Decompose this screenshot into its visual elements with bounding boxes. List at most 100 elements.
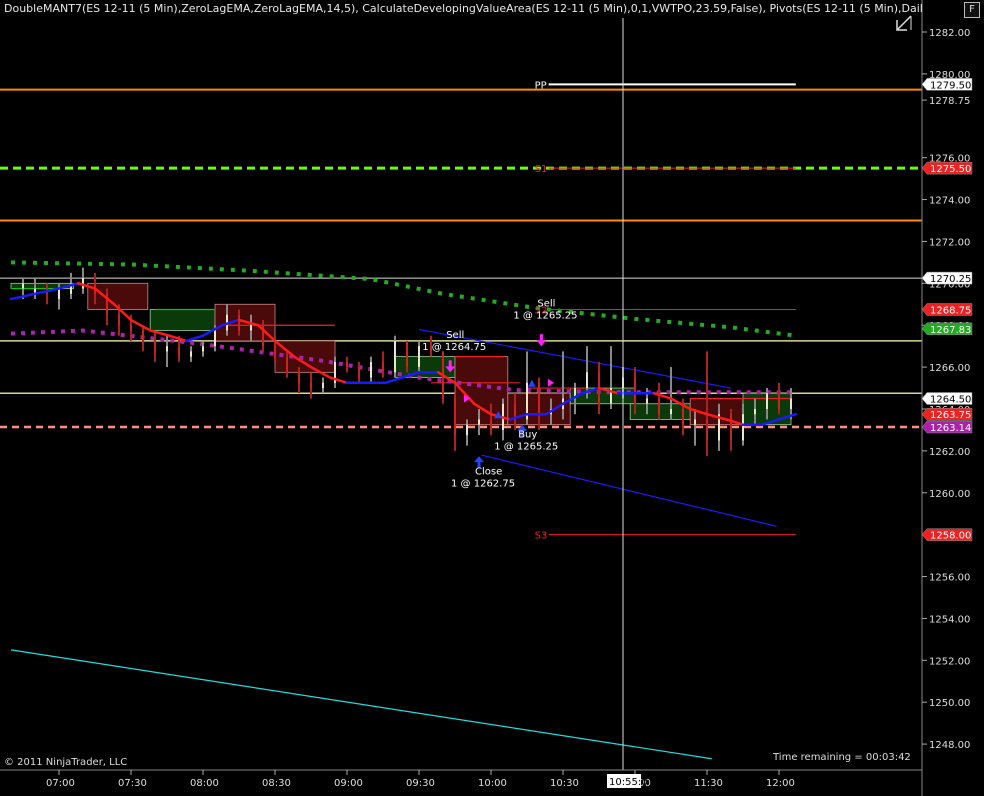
y-tick-label: 1254.00	[929, 614, 970, 625]
candle-body	[394, 340, 396, 373]
price-axis: 1282.001280.001278.751276.001274.001272.…	[921, 0, 973, 796]
pivot-label: S3	[535, 531, 548, 542]
candle-body	[406, 340, 408, 368]
y-tick-label: 1250.00	[929, 698, 970, 709]
candle-body	[694, 419, 696, 425]
candle-body	[466, 424, 468, 436]
candle-body	[346, 361, 348, 368]
x-tick-label: 11:30	[694, 778, 723, 789]
time-remaining: Time remaining = 00:03:42	[773, 752, 911, 763]
down-box	[274, 340, 336, 373]
trade-detail: 1 @ 1264.75	[422, 342, 486, 353]
trade-action: Sell	[446, 330, 464, 341]
candle-body	[490, 419, 492, 430]
candle-body	[370, 361, 372, 378]
candle-body	[382, 361, 384, 373]
trade-arrow-shaft	[539, 334, 543, 342]
candle-body	[538, 382, 540, 415]
candle-body	[118, 314, 120, 326]
axis-price-tag-label: 1264.50	[930, 395, 971, 406]
crosshair-time-label: 10:55:0	[609, 777, 648, 788]
candle-body	[646, 398, 648, 404]
x-tick-label: 09:00	[334, 778, 363, 789]
candle-body	[22, 283, 24, 289]
x-tick-label: 12:00	[766, 778, 795, 789]
y-tick-label: 1266.00	[929, 363, 970, 374]
format-button[interactable]: F	[964, 2, 980, 18]
candle-body	[418, 346, 420, 368]
x-tick-label: 08:30	[262, 778, 291, 789]
y-tick-label: 1260.00	[929, 489, 970, 500]
y-tick-label: 1282.00	[929, 28, 970, 39]
axis-price-tag-label: 1275.50	[930, 164, 971, 175]
pivot-label: S1	[535, 164, 548, 175]
candle-body	[658, 398, 660, 415]
pivot-label: PP	[535, 80, 547, 91]
axis-price-tag-label: 1268.75	[930, 306, 971, 317]
indicator-header: DoubleMANT7(ES 12-11 (5 Min),ZeroLagEMA,…	[4, 2, 922, 15]
up-box	[149, 309, 216, 331]
trade-marker: Sell1 @ 1265.25	[513, 299, 577, 347]
small-marker	[548, 378, 554, 387]
candle-body	[682, 408, 684, 425]
up-box	[629, 403, 691, 420]
candle-body	[454, 398, 456, 436]
trade-action: Close	[475, 466, 502, 477]
candle-body	[742, 414, 744, 441]
candle-body	[250, 325, 252, 331]
zerolag-segment	[129, 318, 152, 332]
candle-body	[238, 314, 240, 331]
y-tick-label: 1272.00	[929, 237, 970, 248]
candle-body	[190, 351, 192, 357]
candle-body	[634, 377, 636, 404]
trade-detail: 1 @ 1265.25	[513, 311, 577, 322]
candle-body	[730, 414, 732, 441]
price-chart[interactable]: PPS1S2S3 Sell1 @ 1264.75Sell1 @ 1265.25B…	[0, 0, 984, 796]
candle-body	[178, 346, 180, 357]
zerolag-segment	[184, 334, 205, 343]
zerolag-segment	[328, 376, 349, 385]
y-tick-label: 1252.00	[929, 656, 970, 667]
candle-body	[310, 382, 312, 389]
value-area-boxes	[10, 282, 792, 426]
y-tick-label: 1248.00	[929, 740, 970, 751]
copyright-text: © 2011 NinjaTrader, LLC	[4, 757, 128, 768]
x-tick-label: 08:00	[190, 778, 219, 789]
candle-body	[754, 408, 756, 415]
axis-price-tag-label: 1263.14	[930, 423, 971, 434]
candle-body	[670, 408, 672, 415]
down-box	[87, 282, 149, 310]
time-axis: 07:00 07:30 08:00 08:30 09:00 09:30 10:00 10:30…	[0, 769, 922, 789]
zerolag-segment	[384, 376, 404, 385]
trade-detail: 1 @ 1265.25	[494, 442, 558, 453]
candle-body	[142, 330, 144, 341]
candle-body	[166, 346, 168, 352]
candle-body	[586, 372, 588, 389]
trade-arrow-head	[536, 340, 547, 347]
y-tick-label: 1262.00	[929, 447, 970, 458]
trade-action: Buy	[518, 430, 537, 441]
x-tick-label: 07:30	[118, 778, 147, 789]
axis-price-tag-label: 1258.00	[930, 531, 971, 542]
candle-body	[706, 419, 708, 441]
x-tick-label: 09:30	[406, 778, 435, 789]
x-tick-label: 10:00	[478, 778, 507, 789]
resize-arrow-icon[interactable]	[893, 12, 915, 34]
x-tick-label: 10:30	[550, 778, 579, 789]
trend-line	[481, 454, 777, 527]
small-marker	[527, 379, 536, 387]
candle-body	[478, 419, 480, 425]
candle-body	[58, 288, 60, 300]
trade-arrow-shaft	[448, 360, 452, 368]
candle-body	[286, 356, 288, 373]
trade-detail: 1 @ 1262.75	[451, 478, 515, 489]
candle-body	[202, 346, 204, 352]
candle-body	[130, 325, 132, 331]
trade-action: Sell	[537, 299, 555, 310]
candle-body	[358, 367, 360, 378]
x-tick-label: 07:00	[46, 778, 75, 789]
candle-body	[778, 393, 780, 409]
trend-line	[10, 649, 712, 760]
axis-price-tag-label: 1263.75	[930, 410, 971, 421]
candle-body	[322, 382, 324, 389]
